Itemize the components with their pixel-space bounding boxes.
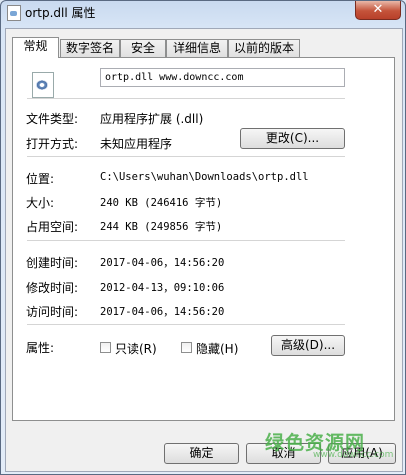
dialog-client-area: 常规 数字签名 安全 详细信息 以前的版本 ortp.dll www.downc… [5, 28, 403, 472]
location-label: 位置: [26, 172, 55, 186]
advanced-button[interactable]: 高级(D)... [271, 335, 345, 356]
file-type-label: 文件类型: [26, 112, 79, 126]
dll-file-icon [7, 5, 21, 21]
file-type-value: 应用程序扩展 (.dll) [100, 112, 204, 126]
size-on-disk-value: 244 KB (249856 字节) [100, 221, 223, 233]
watermark-url: www.downcc.com [313, 450, 394, 460]
modified-label: 修改时间: [26, 281, 79, 295]
attributes-label: 属性: [26, 341, 55, 355]
size-label: 大小: [26, 196, 55, 210]
size-value: 240 KB (246416 字节) [100, 197, 223, 209]
title-bar[interactable]: ortp.dll 属性 ✕ [1, 1, 405, 23]
divider [27, 324, 345, 325]
divider [27, 156, 345, 157]
size-on-disk-label: 占用空间: [26, 220, 79, 234]
general-tab-panel: ortp.dll www.downcc.com 文件类型: 应用程序扩展 (.d… [12, 57, 395, 421]
divider [27, 98, 345, 99]
opens-with-label: 打开方式: [26, 137, 79, 151]
tab-previous-versions[interactable]: 以前的版本 [228, 39, 300, 57]
opens-with-value: 未知应用程序 [100, 137, 173, 151]
close-button[interactable]: ✕ [355, 1, 401, 20]
dll-file-icon [32, 72, 54, 98]
readonly-label[interactable]: 只读(R) [115, 340, 157, 357]
modified-value: 2012-04-13，09:10:06 [100, 282, 225, 294]
tab-digital-signatures[interactable]: 数字签名 [60, 39, 120, 57]
window-title: ortp.dll 属性 [25, 6, 96, 20]
created-label: 创建时间: [26, 256, 79, 270]
accessed-label: 访问时间: [26, 305, 79, 319]
readonly-checkbox[interactable] [100, 342, 111, 353]
divider [27, 240, 345, 241]
ok-button[interactable]: 确定 [164, 443, 239, 464]
hidden-checkbox[interactable] [181, 342, 192, 353]
accessed-value: 2017-04-06，14:56:20 [100, 306, 225, 318]
created-value: 2017-04-06，14:56:20 [100, 257, 225, 269]
change-button[interactable]: 更改(C)... [240, 128, 345, 149]
tab-general[interactable]: 常规 [12, 37, 59, 58]
hidden-label[interactable]: 隐藏(H) [196, 340, 238, 357]
tab-details[interactable]: 详细信息 [166, 39, 228, 57]
file-name-field[interactable]: ortp.dll www.downcc.com [100, 68, 345, 87]
properties-window: ortp.dll 属性 ✕ 常规 数字签名 安全 详细信息 以前的版本 ortp… [0, 0, 406, 475]
location-value: C:\Users\wuhan\Downloads\ortp.dll [100, 171, 309, 183]
tab-security[interactable]: 安全 [120, 39, 166, 57]
